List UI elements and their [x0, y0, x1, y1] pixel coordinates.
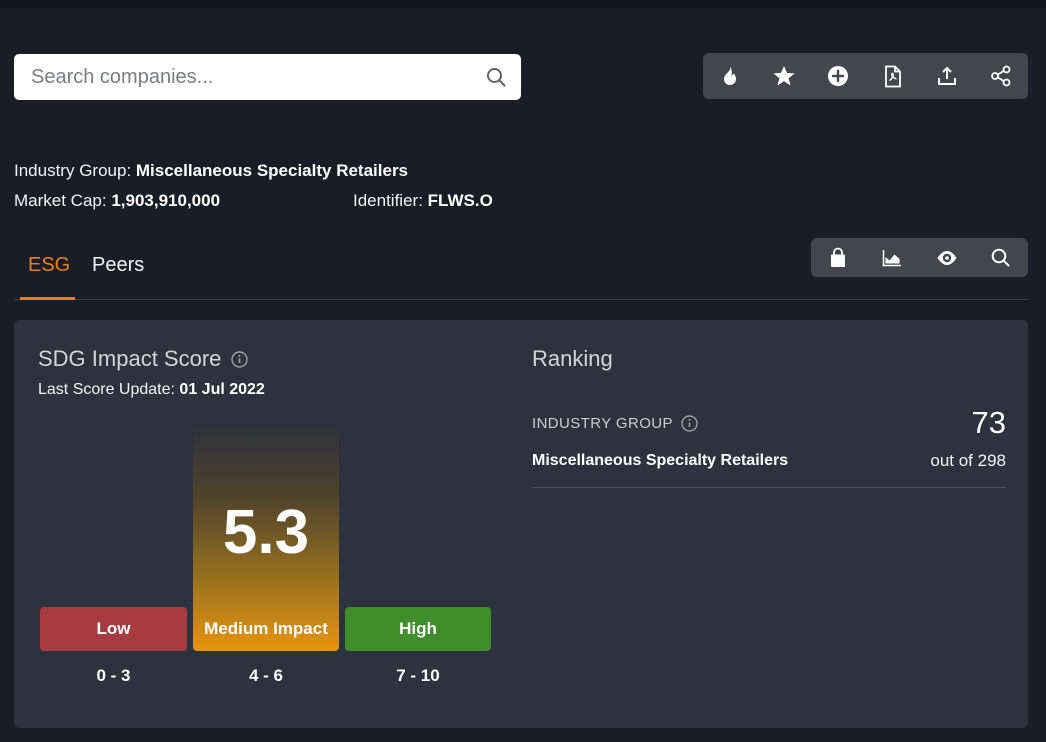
tabs-divider — [14, 299, 1028, 300]
area-chart-icon[interactable] — [875, 241, 909, 275]
last-update-label: Last Score Update: — [38, 381, 179, 398]
search-tools-icon[interactable] — [984, 241, 1018, 275]
ranking-group-name: Miscellaneous Specialty Retailers — [532, 452, 788, 470]
ranking-value: 73 — [972, 405, 1006, 441]
search-icon[interactable] — [485, 66, 507, 88]
last-update-value: 01 Jul 2022 — [179, 381, 264, 398]
band-low-label: Low — [40, 607, 187, 651]
flame-icon[interactable] — [713, 59, 747, 93]
sdg-title: SDG Impact Score — [38, 346, 221, 372]
ranking-out-of: out of 298 — [930, 451, 1006, 471]
pdf-export-icon[interactable] — [876, 59, 910, 93]
industry-group-label: Industry Group: — [14, 161, 136, 180]
industry-group-value: Miscellaneous Specialty Retailers — [136, 161, 408, 180]
top-strip — [0, 0, 1046, 8]
sdg-info-icon[interactable] — [231, 351, 248, 368]
identifier-line: Identifier: FLWS.O — [353, 191, 493, 211]
share-icon[interactable] — [984, 59, 1018, 93]
identifier-label: Identifier: — [353, 191, 428, 210]
eye-icon[interactable] — [930, 241, 964, 275]
ranking-title: Ranking — [532, 346, 613, 372]
upload-icon[interactable] — [930, 59, 964, 93]
market-cap-line: Market Cap: 1,903,910,000 — [14, 191, 220, 211]
active-tab-indicator — [20, 297, 75, 300]
tab-esg[interactable]: ESG — [28, 254, 70, 277]
tab-peers[interactable]: Peers — [92, 254, 144, 277]
band-high-range: 7 - 10 — [345, 666, 491, 686]
ranking-info-icon[interactable] — [681, 415, 698, 432]
ranking-group-label: INDUSTRY GROUP — [532, 415, 673, 432]
search-box — [14, 54, 521, 100]
star-icon[interactable] — [767, 59, 801, 93]
band-medium-range: 4 - 6 — [193, 666, 339, 686]
band-high-label: High — [345, 607, 491, 651]
score-gauge-medium-bar: 5.3 Medium Impact — [193, 428, 339, 651]
sdg-score-value: 5.3 — [223, 497, 309, 568]
band-low-range: 0 - 3 — [40, 666, 187, 686]
plus-circle-icon[interactable] — [821, 59, 855, 93]
identifier-value: FLWS.O — [428, 191, 493, 210]
briefcase-icon[interactable] — [821, 241, 855, 275]
industry-group-line: Industry Group: Miscellaneous Specialty … — [14, 161, 408, 181]
ranking-divider — [532, 487, 1006, 488]
tab-toolbar — [811, 238, 1028, 277]
top-toolbar — [703, 53, 1028, 99]
band-medium-label: Medium Impact — [193, 607, 339, 651]
market-cap-label: Market Cap: — [14, 191, 111, 210]
last-score-update: Last Score Update: 01 Jul 2022 — [38, 381, 265, 399]
esg-card: SDG Impact Score Last Score Update: 01 J… — [14, 320, 1028, 728]
search-input[interactable] — [14, 54, 521, 100]
market-cap-value: 1,903,910,000 — [111, 191, 220, 210]
